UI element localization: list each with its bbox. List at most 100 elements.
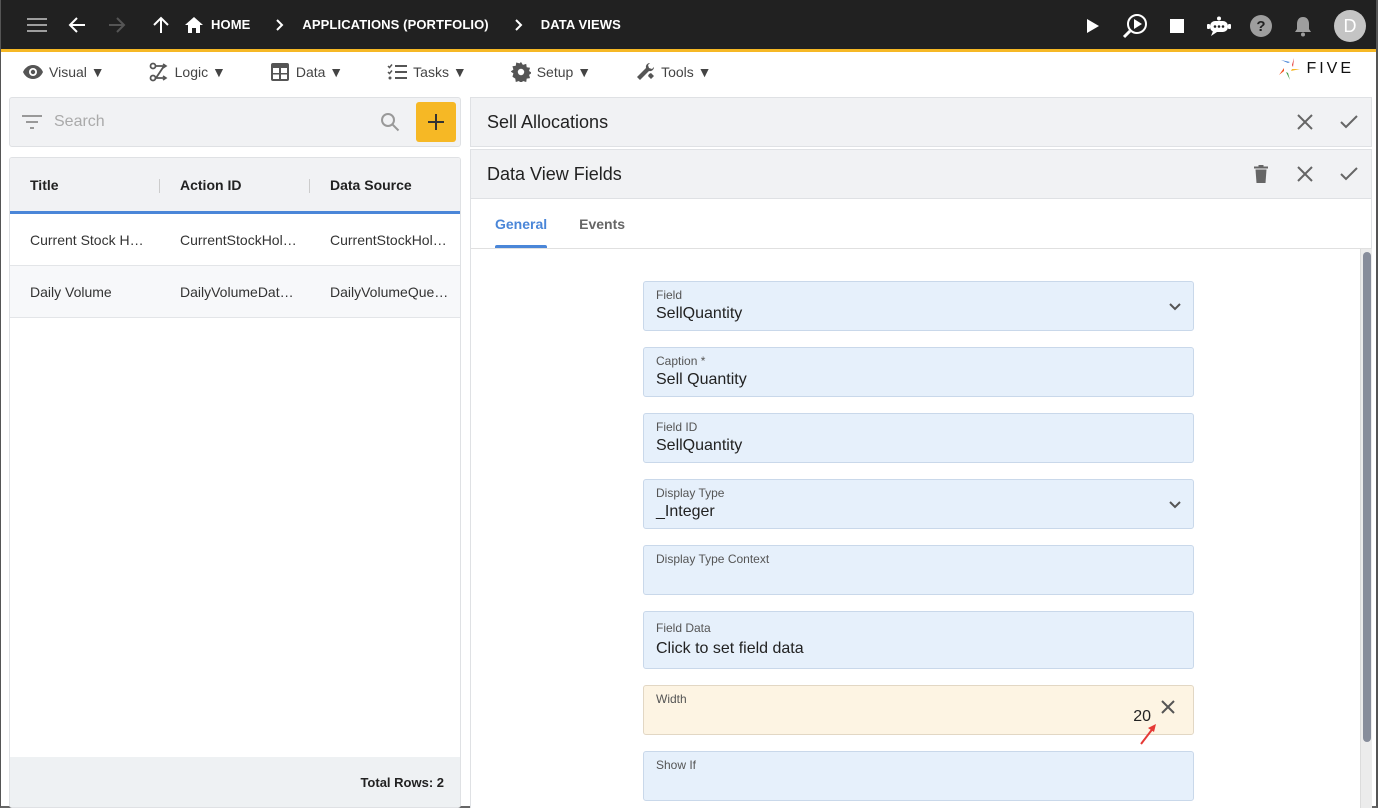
menu-tasks[interactable]: Tasks ▼ <box>387 62 467 82</box>
cell-title: Current Stock Ho… <box>30 231 152 248</box>
cell-data-source: DailyVolumeQuer… <box>330 283 453 300</box>
annotation-arrow-icon <box>1139 722 1159 751</box>
breadcrumb-home-label: HOME <box>211 17 251 32</box>
hamburger-menu-icon[interactable] <box>17 5 57 45</box>
top-bar: HOME APPLICATIONS (PORTFOLIO) DATA VIEWS… <box>1 0 1376 52</box>
notification-bell-icon[interactable] <box>1282 6 1324 46</box>
table-row[interactable]: Current Stock Ho… CurrentStockHol… Curre… <box>10 214 460 266</box>
play-icon[interactable] <box>1072 6 1114 46</box>
field-id-field[interactable]: Field ID SellQuantity <box>643 413 1194 463</box>
data-views-table: Title Action ID Data Source Current Stoc… <box>9 157 461 808</box>
plus-icon <box>428 114 444 130</box>
eye-icon <box>23 62 43 82</box>
width-field[interactable]: Width 20 <box>643 685 1194 745</box>
child-record-title: Data View Fields <box>487 163 622 184</box>
filter-icon[interactable] <box>22 115 52 129</box>
child-save-button[interactable] <box>1327 154 1371 194</box>
breadcrumb-home[interactable]: HOME <box>185 16 251 33</box>
menu-tasks-label: Tasks ▼ <box>413 64 467 80</box>
chevron-down-icon[interactable] <box>1169 298 1181 316</box>
field-data-button[interactable]: Field Data Click to set field data <box>643 611 1194 669</box>
tools-icon <box>635 62 655 82</box>
form-scrollbar[interactable] <box>1360 249 1372 808</box>
chat-bot-icon[interactable] <box>1198 6 1240 46</box>
five-logo: FIVE <box>1278 57 1354 81</box>
help-icon[interactable]: ? <box>1240 6 1282 46</box>
tab-general[interactable]: General <box>495 199 548 248</box>
menu-bar: Visual ▼ Logic ▼ Data ▼ Tasks ▼ Setup ▼ … <box>1 55 1376 89</box>
parent-record-title: Sell Allocations <box>487 111 609 132</box>
child-record-header: Data View Fields <box>470 149 1372 199</box>
column-header-data-source[interactable]: Data Source <box>310 177 460 193</box>
table-footer: Total Rows: 2 <box>10 757 460 807</box>
cell-action-id: CurrentStockHol… <box>180 231 297 248</box>
avatar[interactable]: D <box>1334 10 1366 42</box>
menu-visual-label: Visual ▼ <box>49 64 105 80</box>
column-header-action-id[interactable]: Action ID <box>160 177 310 193</box>
breadcrumb-data-views[interactable]: DATA VIEWS <box>541 17 621 32</box>
home-icon <box>185 16 203 33</box>
stop-icon[interactable] <box>1156 6 1198 46</box>
five-logo-icon <box>1279 58 1301 80</box>
menu-setup[interactable]: Setup ▼ <box>510 62 591 82</box>
table-row[interactable]: Daily Volume DailyVolumeData… DailyVolum… <box>10 266 460 318</box>
search-bar <box>9 97 461 147</box>
breadcrumb-data-views-label: DATA VIEWS <box>540 17 621 32</box>
up-arrow-icon[interactable] <box>141 5 181 45</box>
chevron-down-icon[interactable] <box>1169 496 1181 514</box>
search-play-icon[interactable] <box>1114 6 1156 46</box>
form-tabs: General Events <box>470 199 1372 249</box>
menu-tools[interactable]: Tools ▼ <box>635 62 712 82</box>
caption-value: Sell Quantity <box>656 371 747 388</box>
menu-tools-label: Tools ▼ <box>661 64 712 80</box>
caption-label: Caption * <box>656 354 706 368</box>
display-type-select[interactable]: Display Type _Integer <box>643 479 1194 529</box>
checklist-icon <box>387 62 408 82</box>
parent-close-button[interactable] <box>1283 102 1327 142</box>
check-icon <box>1340 115 1358 129</box>
table-header: Title Action ID Data Source <box>10 158 460 214</box>
tab-events[interactable]: Events <box>579 199 625 248</box>
field-id-value: SellQuantity <box>656 437 743 454</box>
parent-save-button[interactable] <box>1327 102 1371 142</box>
menu-visual[interactable]: Visual ▼ <box>23 62 105 82</box>
show-if-field[interactable]: Show If <box>643 751 1194 801</box>
forward-arrow-icon[interactable] <box>97 5 137 45</box>
chevron-right-icon <box>266 18 294 31</box>
five-logo-text: FIVE <box>1306 60 1354 77</box>
caption-field[interactable]: Caption * Sell Quantity <box>643 347 1194 397</box>
add-button[interactable] <box>416 102 456 142</box>
child-close-button[interactable] <box>1283 154 1327 194</box>
menu-logic-label: Logic ▼ <box>174 64 226 80</box>
field-value: SellQuantity <box>656 305 743 322</box>
close-icon <box>1297 166 1313 182</box>
gear-icon <box>510 62 531 82</box>
show-if-label: Show If <box>656 758 697 772</box>
scrollbar-thumb[interactable] <box>1363 252 1371 742</box>
delete-button[interactable] <box>1239 154 1283 194</box>
display-type-label: Display Type <box>656 486 725 500</box>
menu-logic[interactable]: Logic ▼ <box>149 62 226 82</box>
breadcrumb-applications[interactable]: APPLICATIONS (PORTFOLIO) <box>302 17 488 32</box>
back-arrow-icon[interactable] <box>57 5 97 45</box>
total-rows: Total Rows: 2 <box>360 774 444 790</box>
display-type-context-field[interactable]: Display Type Context <box>643 545 1194 595</box>
chevron-right-icon <box>505 18 533 31</box>
field-select[interactable]: Field SellQuantity <box>643 281 1194 331</box>
logic-flow-icon <box>149 62 169 82</box>
form-area: Field SellQuantity Caption * Sell Quanti… <box>470 249 1372 808</box>
display-type-context-label: Display Type Context <box>656 552 770 566</box>
check-icon <box>1340 167 1358 181</box>
cell-title: Daily Volume <box>30 283 112 300</box>
breadcrumb-applications-label: APPLICATIONS (PORTFOLIO) <box>302 17 489 32</box>
search-icon[interactable] <box>380 112 410 132</box>
search-input[interactable] <box>54 107 380 137</box>
column-header-title[interactable]: Title <box>10 177 160 193</box>
table-icon <box>270 62 290 82</box>
field-data-value: Click to set field data <box>656 640 804 657</box>
cell-action-id: DailyVolumeData… <box>180 283 302 300</box>
trash-icon <box>1254 165 1268 183</box>
clear-icon[interactable] <box>1161 700 1175 719</box>
close-icon <box>1297 114 1313 130</box>
menu-data[interactable]: Data ▼ <box>270 62 343 82</box>
